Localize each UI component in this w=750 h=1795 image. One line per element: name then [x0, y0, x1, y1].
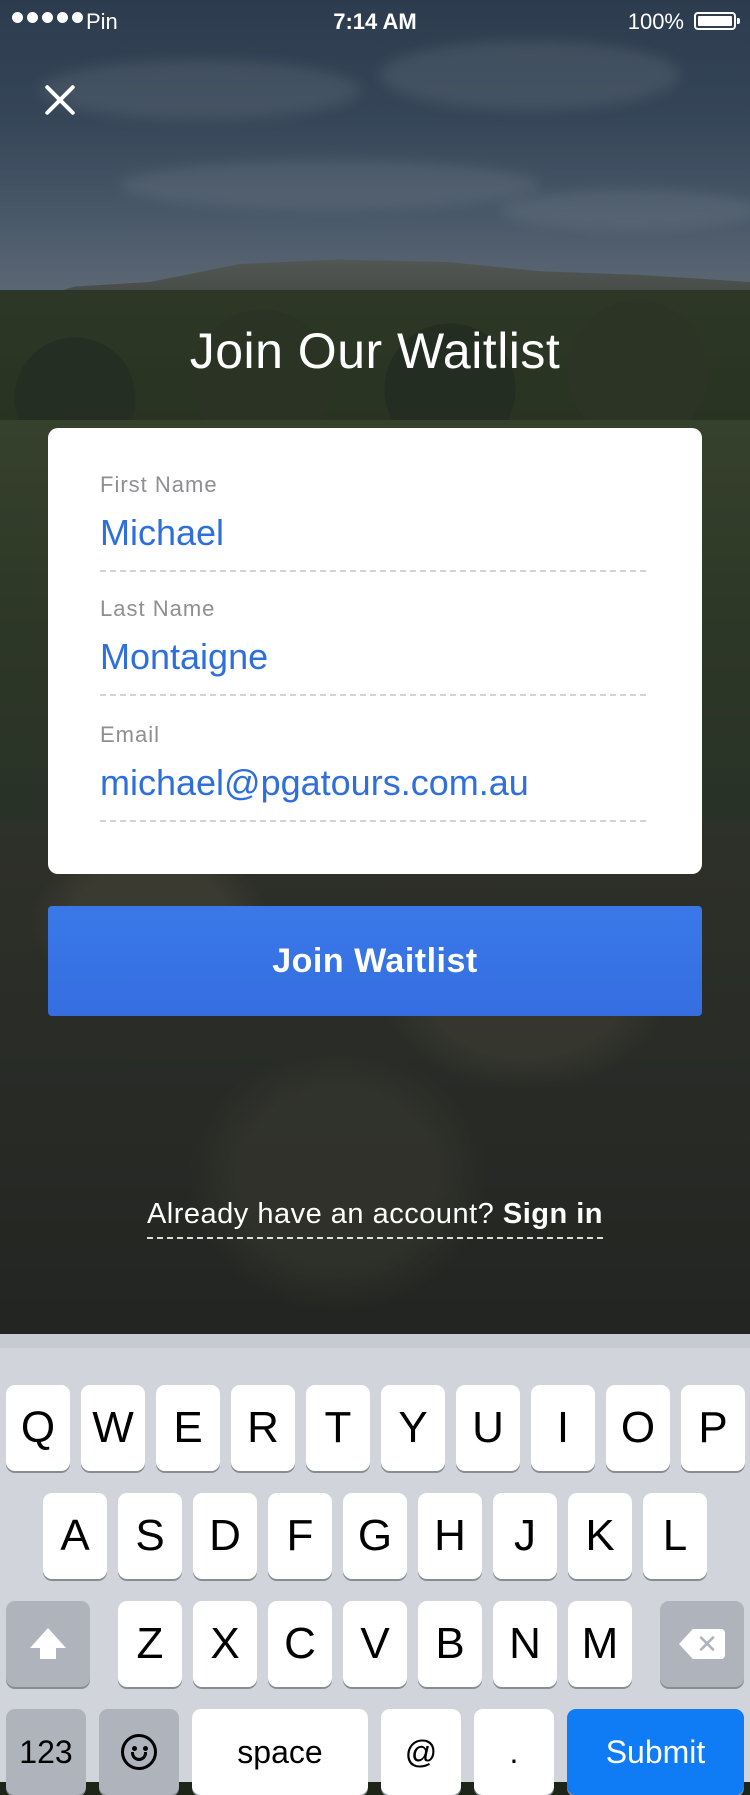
last-name-label: Last Name — [100, 596, 216, 621]
key-y[interactable]: Y — [381, 1385, 445, 1471]
key-h[interactable]: H — [418, 1493, 482, 1579]
key-r[interactable]: R — [231, 1385, 295, 1471]
join-waitlist-button[interactable]: Join Waitlist — [48, 906, 702, 1016]
signin-prompt: Already have an account? Sign in — [0, 1198, 750, 1239]
signin-question: Already have an account? — [146, 1198, 495, 1230]
key-j[interactable]: J — [493, 1493, 557, 1579]
key-n[interactable]: N — [493, 1601, 557, 1687]
email-underline — [100, 820, 646, 822]
battery-percentage: 100% — [627, 9, 684, 34]
first-name-input[interactable] — [100, 510, 646, 556]
delete-icon: ✕ — [679, 1629, 725, 1659]
close-icon[interactable] — [36, 76, 84, 124]
last-name-field: Last Name — [100, 596, 646, 696]
key-f[interactable]: F — [268, 1493, 332, 1579]
key-i[interactable]: I — [531, 1385, 595, 1471]
first-name-label: First Name — [100, 472, 218, 497]
dot-key[interactable]: . — [474, 1709, 554, 1795]
key-e[interactable]: E — [156, 1385, 220, 1471]
key-w[interactable]: W — [81, 1385, 145, 1471]
key-x[interactable]: X — [193, 1601, 257, 1687]
email-input[interactable] — [100, 760, 646, 806]
signup-form-card: First Name Last Name Email — [48, 428, 702, 874]
emoji-icon — [121, 1734, 157, 1770]
key-b[interactable]: B — [418, 1601, 482, 1687]
last-name-underline — [100, 694, 646, 696]
key-p[interactable]: P — [681, 1385, 745, 1471]
signin-link[interactable]: Sign in — [503, 1198, 603, 1230]
submit-key[interactable]: Submit — [567, 1709, 744, 1795]
key-q[interactable]: Q — [6, 1385, 70, 1471]
key-k[interactable]: K — [568, 1493, 632, 1579]
key-o[interactable]: O — [606, 1385, 670, 1471]
space-key[interactable]: space — [192, 1709, 368, 1795]
key-c[interactable]: C — [268, 1601, 332, 1687]
first-name-underline — [100, 570, 646, 572]
key-m[interactable]: M — [568, 1601, 632, 1687]
keyboard: Q W E R T Y U I O P A S D F G H J K L Z … — [0, 1334, 750, 1795]
key-t[interactable]: T — [306, 1385, 370, 1471]
email-field: Email — [100, 722, 646, 822]
key-v[interactable]: V — [343, 1601, 407, 1687]
status-bar: Pin 7:14 AM 100% — [0, 0, 750, 44]
emoji-key[interactable] — [99, 1709, 179, 1795]
key-d[interactable]: D — [193, 1493, 257, 1579]
delete-key[interactable]: ✕ — [660, 1601, 744, 1687]
key-g[interactable]: G — [343, 1493, 407, 1579]
shift-key[interactable] — [6, 1601, 90, 1687]
key-l[interactable]: L — [643, 1493, 707, 1579]
key-z[interactable]: Z — [118, 1601, 182, 1687]
key-a[interactable]: A — [43, 1493, 107, 1579]
key-u[interactable]: U — [456, 1385, 520, 1471]
key-s[interactable]: S — [118, 1493, 182, 1579]
shift-icon — [30, 1628, 66, 1659]
first-name-field: First Name — [100, 472, 646, 572]
at-key[interactable]: @ — [381, 1709, 461, 1795]
battery-icon — [694, 12, 740, 30]
email-label: Email — [100, 722, 161, 747]
last-name-input[interactable] — [100, 634, 646, 680]
page-title: Join Our Waitlist — [189, 323, 561, 379]
numbers-key[interactable]: 123 — [6, 1709, 86, 1795]
